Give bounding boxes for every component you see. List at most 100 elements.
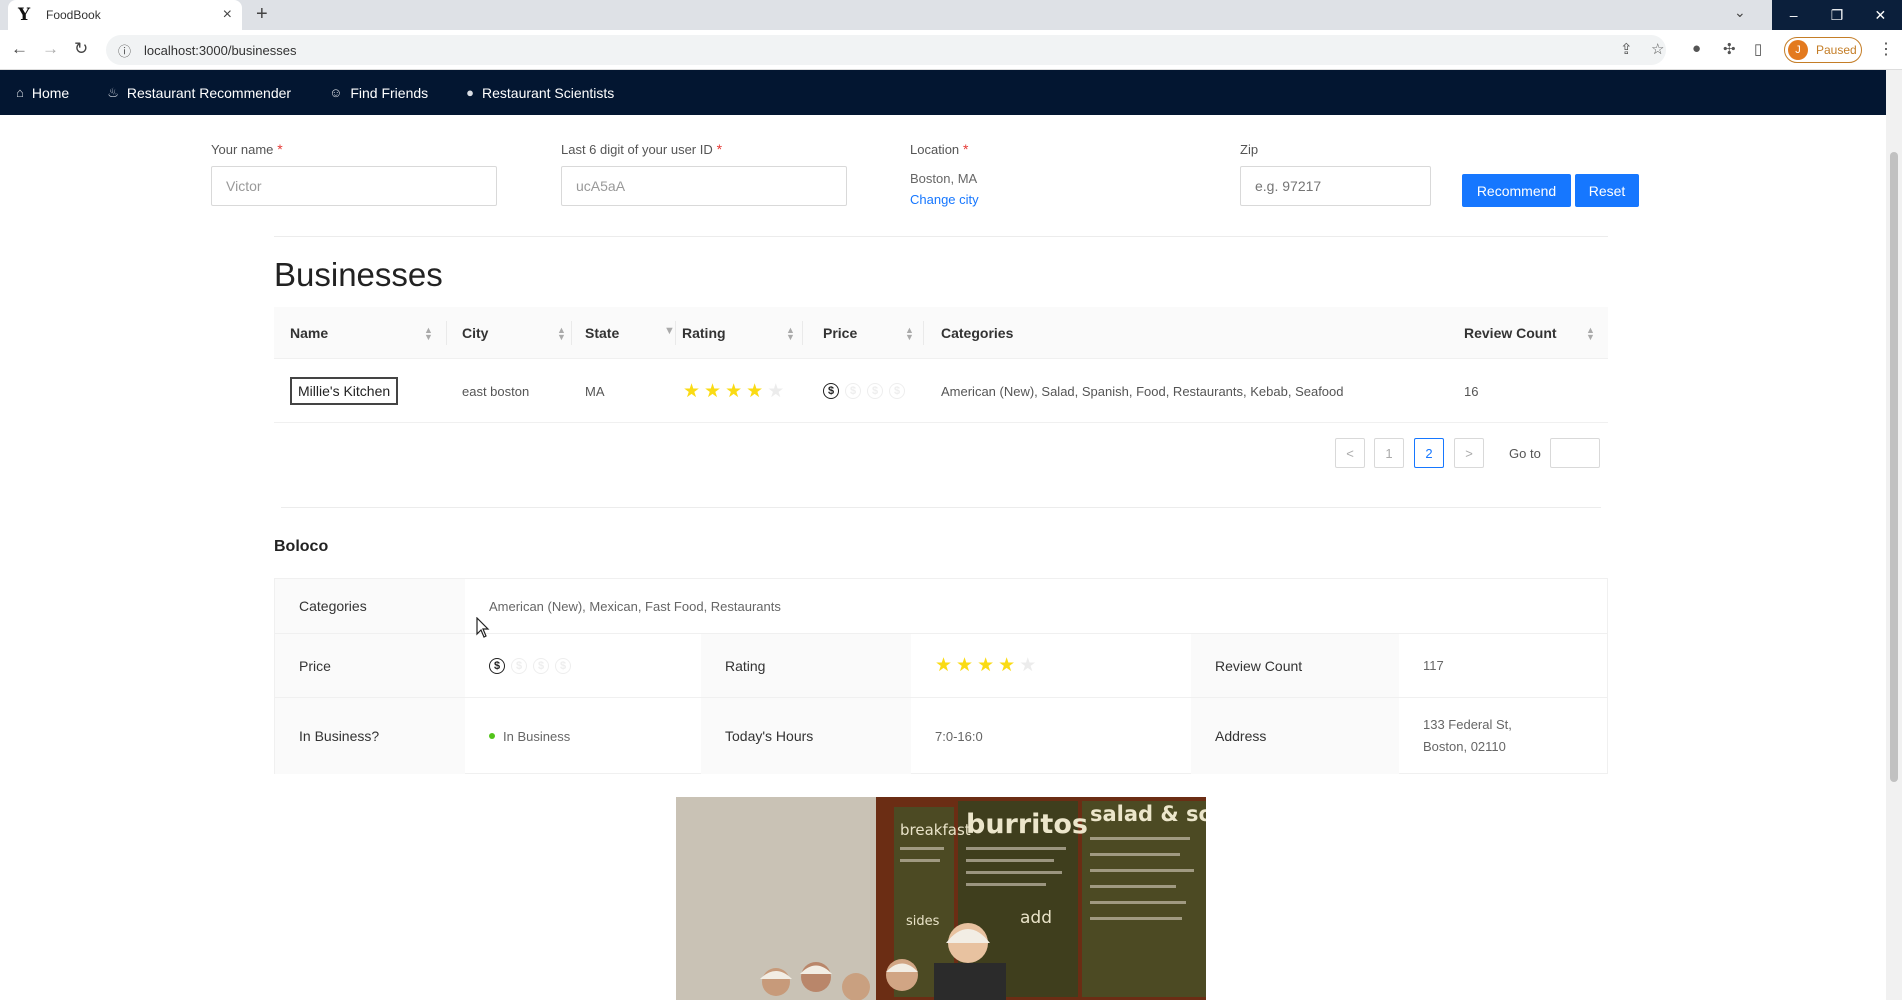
column-separator [571, 321, 572, 345]
categories-label: Categories [275, 579, 465, 633]
table-row: Millie's Kitchen east boston MA ★ ★ ★ ★ … [274, 359, 1608, 423]
column-header-state[interactable]: State ▼ [585, 307, 677, 359]
app-navbar: ⌂ Home ♨ Restaurant Recommender ☺ Find F… [0, 70, 1886, 115]
site-info-icon[interactable]: ⓘ [118, 41, 138, 60]
forward-icon[interactable]: → [42, 39, 59, 59]
divider [274, 236, 1608, 237]
cutlery-icon: ♨ [107, 84, 119, 100]
star-icon: ★ [683, 380, 701, 402]
tab-search-chevron-icon[interactable]: ⌄ [1734, 4, 1746, 21]
photo-sign-salad: salad & soup [1090, 802, 1206, 826]
nav-find-friends[interactable]: ☺ Find Friends [329, 85, 428, 101]
column-header-name[interactable]: Name ▲ ▼ [290, 307, 440, 359]
address-value: 133 Federal St, Boston, 02110 [1399, 698, 1607, 774]
column-header-price[interactable]: Price ▲ ▼ [823, 307, 933, 359]
sort-icon[interactable]: ▲ ▼ [786, 326, 795, 342]
nav-label: Restaurant Scientists [482, 84, 615, 101]
cell-name: Millie's Kitchen [290, 359, 399, 423]
hours-label: Today's Hours [701, 698, 911, 774]
change-city-link[interactable]: Change city [910, 192, 979, 207]
sort-icon[interactable]: ▲ ▼ [905, 326, 914, 342]
star-icon: ★ [725, 380, 743, 402]
cell-review-count: 16 [1464, 383, 1479, 399]
back-icon[interactable]: ← [11, 39, 28, 59]
cell-state: MA [585, 383, 605, 399]
nav-home[interactable]: ⌂ Home [16, 85, 69, 101]
nav-restaurant-recommender[interactable]: ♨ Restaurant Recommender [107, 85, 291, 101]
name-input[interactable] [211, 166, 497, 206]
business-photo-illustration: breakfast burritos salad & soup sides ad… [676, 797, 1206, 1000]
column-header-city[interactable]: City ▲ ▼ [462, 307, 572, 359]
sort-icon[interactable]: ▲ ▼ [1586, 326, 1595, 342]
review-count-value: 117 [1423, 658, 1444, 673]
minimize-icon[interactable]: – [1772, 0, 1815, 30]
userid-label: Last 6 digit of your user ID [561, 142, 713, 157]
column-separator [802, 321, 803, 345]
zip-input[interactable] [1240, 166, 1431, 206]
profile-button[interactable]: J Paused [1784, 37, 1862, 63]
price-value: $ $ $ $ [465, 634, 701, 697]
column-header-review-count[interactable]: Review Count ▲ ▼ [1464, 307, 1604, 359]
photo-sign-breakfast: breakfast [900, 821, 971, 839]
star-icon: ★ [977, 655, 995, 676]
puzzle-icon[interactable]: ✣ [1723, 40, 1736, 58]
userid-input[interactable] [561, 166, 847, 206]
mouse-cursor-icon [476, 617, 490, 638]
status-dot-icon [489, 733, 495, 739]
share-icon[interactable]: ⇪ [1620, 40, 1633, 58]
pagination-page-2[interactable]: 2 [1414, 438, 1444, 468]
reset-button[interactable]: Reset [1575, 174, 1639, 207]
close-window-icon[interactable]: ✕ [1859, 0, 1902, 30]
column-separator [446, 321, 447, 345]
detail-row: Price $ $ $ $ Rating ★ ★ ★ ★ ★ Review Co… [275, 634, 1607, 698]
business-details-table: Categories American (New), Mexican, Fast… [274, 578, 1608, 774]
home-icon: ⌂ [16, 85, 24, 100]
business-detail-title: Boloco [274, 538, 329, 555]
filter-icon[interactable]: ▼ [664, 326, 675, 337]
star-icon: ★ [956, 655, 974, 676]
star-icon: ★ [746, 380, 764, 402]
column-separator [675, 321, 676, 345]
address-bar[interactable]: ⓘ localhost:3000/businesses [106, 35, 1666, 65]
nav-restaurant-scientists[interactable]: ● Restaurant Scientists [466, 85, 614, 101]
bookmark-star-icon[interactable]: ☆ [1651, 40, 1664, 58]
location-field: Location * Boston, MA Change city [910, 141, 979, 207]
cell-city: east boston [462, 383, 530, 399]
star-icon: ★ [998, 655, 1016, 676]
hours-value: 7:0-16:0 [935, 728, 983, 744]
address-line-1: 133 Federal St, [1423, 717, 1512, 732]
avatar: J [1788, 40, 1808, 60]
page-scrollbar[interactable] [1886, 70, 1902, 1000]
location-label: Location [910, 142, 960, 157]
rating-value: ★ ★ ★ ★ ★ [911, 634, 1191, 697]
shield-icon: ● [466, 85, 475, 100]
pagination-prev-button[interactable]: < [1335, 438, 1365, 468]
browser-tab[interactable]: Y FoodBook × [8, 0, 242, 30]
recommend-button[interactable]: Recommend [1462, 174, 1571, 207]
goto-page-input[interactable] [1550, 438, 1600, 468]
restore-icon[interactable]: ❐ [1815, 0, 1858, 30]
pagination-page-1[interactable]: 1 [1374, 438, 1404, 468]
close-tab-icon[interactable]: × [223, 6, 232, 24]
nav-label: Restaurant Recommender [126, 84, 292, 101]
location-value: Boston, MA [910, 171, 978, 186]
pagination-next-button[interactable]: > [1454, 438, 1484, 468]
browser-tab-bar: Y FoodBook × + ⌄ – ❐ ✕ [0, 0, 1902, 30]
reload-icon[interactable]: ↻ [74, 39, 88, 59]
categories-value: American (New), Mexican, Fast Food, Rest… [489, 598, 781, 614]
window-controls: – ❐ ✕ [1772, 0, 1902, 30]
dollar-empty-icon: $ [867, 383, 883, 399]
extension-icon[interactable]: ● [1692, 40, 1701, 57]
sort-icon[interactable]: ▲ ▼ [424, 326, 433, 342]
side-panel-icon[interactable]: ▯ [1754, 40, 1762, 58]
column-header-categories: Categories [941, 325, 1014, 341]
more-menu-icon[interactable]: ⋮ [1878, 39, 1894, 59]
new-tab-icon[interactable]: + [256, 3, 268, 26]
column-header-rating[interactable]: Rating ▲ ▼ [682, 307, 796, 359]
tab-title: FoodBook [46, 8, 101, 22]
goto-label: Go to [1509, 446, 1541, 461]
zip-label: Zip [1240, 142, 1259, 157]
business-name-button[interactable]: Millie's Kitchen [290, 377, 399, 405]
scrollbar-thumb[interactable] [1890, 152, 1898, 782]
sort-icon[interactable]: ▲ ▼ [557, 326, 566, 342]
